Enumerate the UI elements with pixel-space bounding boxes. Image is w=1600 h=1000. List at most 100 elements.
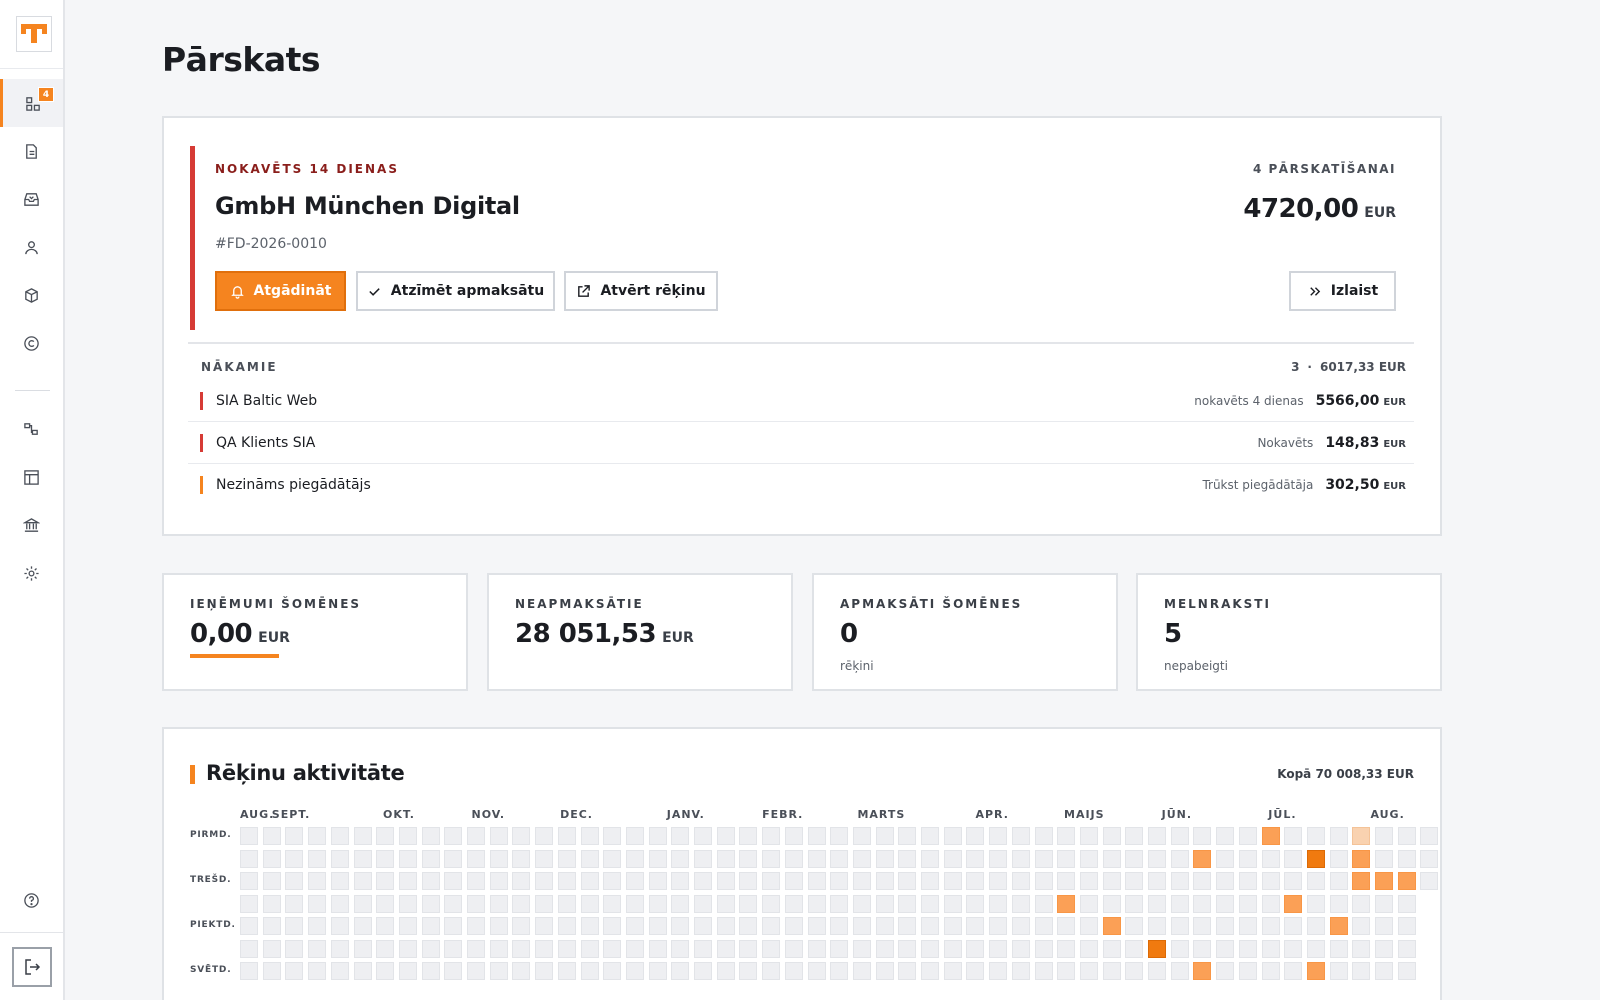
heatmap-cell[interactable] <box>240 827 258 845</box>
open-invoice-button[interactable]: Atvērt rēķinu <box>564 271 718 311</box>
heatmap-cell[interactable] <box>1079 917 1098 935</box>
heatmap-cell[interactable] <box>1284 894 1303 913</box>
heatmap-cell[interactable] <box>1125 939 1144 958</box>
heatmap-cell[interactable] <box>1125 872 1144 890</box>
heatmap-cell[interactable] <box>1148 872 1166 890</box>
heatmap-cell[interactable] <box>762 872 781 890</box>
heatmap-cell[interactable] <box>1306 939 1325 958</box>
heatmap-cell[interactable] <box>898 872 917 890</box>
sidebar-item-bank[interactable] <box>0 501 63 549</box>
heatmap-cell[interactable] <box>1170 827 1189 845</box>
heatmap-cell[interactable] <box>875 849 894 868</box>
heatmap-cell[interactable] <box>966 939 985 958</box>
heatmap-cell[interactable] <box>671 962 690 980</box>
heatmap-cell[interactable] <box>875 894 894 913</box>
heatmap-cell[interactable] <box>1375 917 1393 935</box>
heatmap-cell[interactable] <box>762 894 781 913</box>
heatmap-cell[interactable] <box>830 894 849 913</box>
heatmap-cell[interactable] <box>1329 849 1348 868</box>
heatmap-cell[interactable] <box>1102 962 1121 980</box>
heatmap-cell[interactable] <box>1261 872 1280 890</box>
heatmap-cell[interactable] <box>1011 917 1030 935</box>
heatmap-cell[interactable] <box>398 917 417 935</box>
heatmap-cell[interactable] <box>1193 849 1212 868</box>
heatmap-cell[interactable] <box>580 827 599 845</box>
heatmap-cell[interactable] <box>830 917 849 935</box>
heatmap-cell[interactable] <box>353 872 372 890</box>
heatmap-cell[interactable] <box>1034 917 1053 935</box>
heatmap-cell[interactable] <box>1397 939 1416 958</box>
heatmap-cell[interactable] <box>898 939 917 958</box>
heatmap-cell[interactable] <box>467 939 485 958</box>
heatmap-cell[interactable] <box>467 894 485 913</box>
sidebar-item-clients[interactable] <box>0 223 63 271</box>
heatmap-cell[interactable] <box>557 962 576 980</box>
heatmap-cell[interactable] <box>898 827 917 845</box>
heatmap-cell[interactable] <box>852 917 871 935</box>
heatmap-cell[interactable] <box>1329 962 1348 980</box>
heatmap-cell[interactable] <box>694 917 712 935</box>
heatmap-cell[interactable] <box>1057 849 1076 868</box>
heatmap-cell[interactable] <box>943 849 962 868</box>
heatmap-cell[interactable] <box>1102 894 1121 913</box>
heatmap-cell[interactable] <box>943 939 962 958</box>
heatmap-cell[interactable] <box>830 872 849 890</box>
heatmap-cell[interactable] <box>512 849 531 868</box>
heatmap-cell[interactable] <box>421 939 440 958</box>
heatmap-cell[interactable] <box>1057 939 1076 958</box>
heatmap-cell[interactable] <box>557 939 576 958</box>
heatmap-cell[interactable] <box>398 939 417 958</box>
heatmap-cell[interactable] <box>1352 962 1371 980</box>
heatmap-cell[interactable] <box>557 894 576 913</box>
heatmap-cell[interactable] <box>1034 827 1053 845</box>
heatmap-cell[interactable] <box>966 827 985 845</box>
heatmap-cell[interactable] <box>716 894 735 913</box>
heatmap-cell[interactable] <box>1284 872 1303 890</box>
heatmap-cell[interactable] <box>921 917 939 935</box>
heatmap-cell[interactable] <box>1216 962 1235 980</box>
heatmap-cell[interactable] <box>467 917 485 935</box>
heatmap-cell[interactable] <box>739 939 758 958</box>
heatmap-cell[interactable] <box>240 849 258 868</box>
heatmap-cell[interactable] <box>875 939 894 958</box>
heatmap-cell[interactable] <box>1352 827 1371 845</box>
heatmap-cell[interactable] <box>580 962 599 980</box>
heatmap-cell[interactable] <box>1079 872 1098 890</box>
heatmap-cell[interactable] <box>921 962 939 980</box>
heatmap-cell[interactable] <box>1352 894 1371 913</box>
heatmap-cell[interactable] <box>557 917 576 935</box>
heatmap-cell[interactable] <box>1148 894 1166 913</box>
heatmap-cell[interactable] <box>1284 827 1303 845</box>
heatmap-cell[interactable] <box>353 962 372 980</box>
heatmap-cell[interactable] <box>535 872 554 890</box>
heatmap-cell[interactable] <box>398 827 417 845</box>
heatmap-cell[interactable] <box>1329 872 1348 890</box>
heatmap-cell[interactable] <box>308 962 327 980</box>
heatmap-cell[interactable] <box>444 917 463 935</box>
heatmap-cell[interactable] <box>830 962 849 980</box>
heatmap-cell[interactable] <box>1148 939 1166 958</box>
heatmap-cell[interactable] <box>1375 849 1393 868</box>
heatmap-cell[interactable] <box>1034 939 1053 958</box>
heatmap-cell[interactable] <box>898 894 917 913</box>
heatmap-cell[interactable] <box>535 939 554 958</box>
heatmap-cell[interactable] <box>648 962 667 980</box>
heatmap-cell[interactable] <box>694 962 712 980</box>
heatmap-cell[interactable] <box>535 917 554 935</box>
heatmap-cell[interactable] <box>989 827 1008 845</box>
heatmap-cell[interactable] <box>1261 827 1280 845</box>
heatmap-cell[interactable] <box>1170 939 1189 958</box>
heatmap-cell[interactable] <box>535 962 554 980</box>
heatmap-cell[interactable] <box>308 827 327 845</box>
heatmap-cell[interactable] <box>921 827 939 845</box>
heatmap-cell[interactable] <box>625 849 644 868</box>
heatmap-cell[interactable] <box>330 962 349 980</box>
heatmap-cell[interactable] <box>989 962 1008 980</box>
heatmap-cell[interactable] <box>625 827 644 845</box>
heatmap-cell[interactable] <box>1011 894 1030 913</box>
heatmap-cell[interactable] <box>1057 827 1076 845</box>
heatmap-cell[interactable] <box>1284 917 1303 935</box>
heatmap-cell[interactable] <box>603 917 622 935</box>
heatmap-cell[interactable] <box>1216 849 1235 868</box>
heatmap-cell[interactable] <box>694 849 712 868</box>
